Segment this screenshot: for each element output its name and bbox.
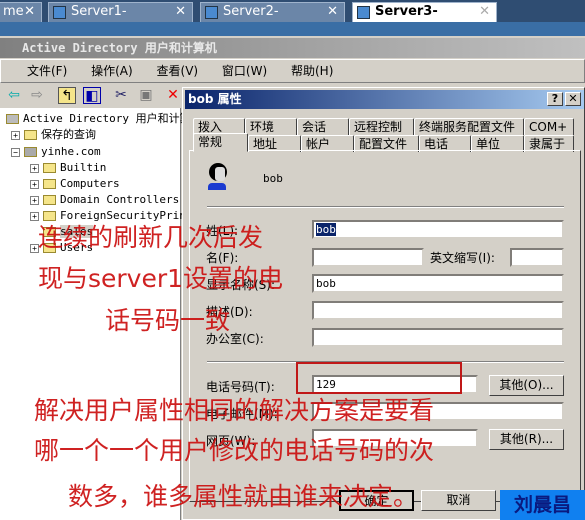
node-label: Active Directory 用户和计算机	[23, 112, 202, 125]
surname-value: bob	[316, 223, 336, 236]
tab-server3[interactable]: Server3-192.168.3.3✕	[352, 2, 497, 37]
help-button[interactable]: ?	[547, 92, 563, 106]
description-input[interactable]	[312, 301, 564, 320]
initials-label: 英文缩写(I):	[430, 251, 495, 265]
menu-file[interactable]: 文件(F)	[27, 64, 67, 78]
close-icon[interactable]: ✕	[175, 3, 186, 21]
expand-icon[interactable]: +	[30, 211, 39, 221]
tree-computers[interactable]: + Computers	[30, 176, 120, 192]
expand-icon[interactable]: +	[11, 130, 20, 140]
folder-icon	[24, 130, 37, 140]
window-title: Active Directory 用户和计算机	[22, 41, 217, 55]
expand-icon[interactable]: +	[30, 195, 39, 205]
tab-terminal-services[interactable]: 终端服务配置文件	[414, 118, 524, 135]
expand-icon[interactable]: +	[30, 163, 39, 173]
remote-desktop-icon	[205, 6, 218, 19]
dialog-title: bob 属性	[188, 92, 242, 106]
annotation-line: 连续的刷新几次后发	[38, 223, 264, 252]
ou-folder-icon	[43, 195, 56, 205]
given-name-input[interactable]	[312, 248, 424, 267]
tab-server1[interactable]: Server1-192.168.2.2✕	[48, 2, 193, 37]
delete-icon[interactable]: ✕	[164, 87, 182, 104]
mmc-title-bar: Active Directory 用户和计算机	[0, 38, 585, 58]
tab-home[interactable]: me ✕	[0, 2, 42, 22]
menu-view[interactable]: 查看(V)	[157, 64, 199, 78]
separator	[207, 206, 564, 208]
tree-domain-controllers[interactable]: + Domain Controllers	[30, 192, 179, 208]
browser-tab-bar: me✕ Server1-192.168.2.2✕ Server2-192.168…	[0, 0, 585, 37]
up-folder-icon[interactable]: ↰	[58, 87, 76, 104]
cut-icon[interactable]: ✂	[112, 87, 130, 104]
office-input[interactable]	[312, 328, 564, 347]
tree-builtin[interactable]: + Builtin	[30, 160, 106, 176]
tab-environment[interactable]: 环境	[245, 118, 297, 135]
close-button[interactable]: ✕	[565, 92, 581, 106]
remote-desktop-icon	[53, 6, 66, 19]
tab-sessions[interactable]: 会话	[297, 118, 349, 135]
user-name: bob	[263, 172, 283, 185]
surname-input[interactable]: bob	[312, 220, 564, 239]
collapse-icon[interactable]: −	[11, 147, 20, 157]
highlight-box	[296, 362, 462, 394]
display-name-input[interactable]: bob	[312, 274, 564, 293]
annotation-line: 现与server1设置的电	[38, 264, 284, 293]
node-label: 保存的查询	[41, 128, 96, 141]
ad-icon	[6, 114, 19, 124]
domain-icon	[24, 147, 37, 157]
cancel-button[interactable]: 取消	[421, 490, 496, 511]
dialog-title-bar: bob 属性 ? ✕	[185, 90, 584, 109]
initials-input[interactable]	[510, 248, 564, 267]
tab-general[interactable]: 常规	[193, 133, 248, 152]
annotation-line: 哪一个一个用户修改的电话号码的次	[34, 436, 435, 465]
node-label: Computers	[60, 177, 120, 190]
tab-remote-control[interactable]: 远程控制	[349, 118, 414, 135]
paste-icon[interactable]: ▣	[137, 87, 155, 104]
remote-session-bar	[0, 22, 585, 36]
annotation-line: 话号码一致	[105, 306, 231, 335]
folder-icon	[43, 179, 56, 189]
remote-desktop-icon	[357, 6, 370, 19]
close-icon[interactable]: ✕	[327, 3, 338, 21]
forward-icon[interactable]: ⇨	[28, 87, 46, 104]
menu-help[interactable]: 帮助(H)	[291, 64, 333, 78]
close-icon[interactable]: ✕	[479, 3, 490, 21]
node-label: ForeignSecurityPrin	[60, 209, 186, 222]
phone-label: 电话号码(T):	[206, 380, 275, 394]
show-tree-icon[interactable]: ◧	[83, 87, 101, 104]
user-icon	[207, 163, 229, 191]
tree-saved-queries[interactable]: + 保存的查询	[11, 127, 96, 143]
tree-root[interactable]: Active Directory 用户和计算机	[6, 111, 202, 127]
author-signature: 刘晨昌	[500, 490, 585, 520]
other-phone-button[interactable]: 其他(O)...	[489, 375, 564, 396]
node-label: Builtin	[60, 161, 107, 174]
folder-icon	[43, 163, 56, 173]
tab-server2[interactable]: Server2-192.168.2.1✕	[200, 2, 345, 37]
annotation-line: 数多，谁多属性就由谁来决定。	[68, 482, 419, 511]
tree-domain[interactable]: − yinhe.com	[11, 144, 101, 160]
expand-icon[interactable]: +	[30, 179, 39, 189]
close-icon[interactable]: ✕	[24, 3, 35, 21]
other-web-button[interactable]: 其他(R)...	[489, 429, 564, 450]
node-label: Domain Controllers	[60, 193, 180, 206]
folder-icon	[43, 211, 56, 221]
tab-com[interactable]: COM+	[524, 118, 574, 135]
tree-foreign-security[interactable]: + ForeignSecurityPrin	[30, 208, 186, 224]
annotation-line: 解决用户属性相同的解决方案是要看	[34, 396, 435, 425]
menu-bar: 文件(F) 操作(A) 查看(V) 窗口(W) 帮助(H)	[0, 59, 585, 83]
node-label: yinhe.com	[41, 145, 101, 158]
menu-action[interactable]: 操作(A)	[91, 64, 133, 78]
tab-label: me	[3, 4, 24, 19]
back-icon[interactable]: ⇦	[5, 87, 23, 104]
menu-window[interactable]: 窗口(W)	[222, 64, 267, 78]
